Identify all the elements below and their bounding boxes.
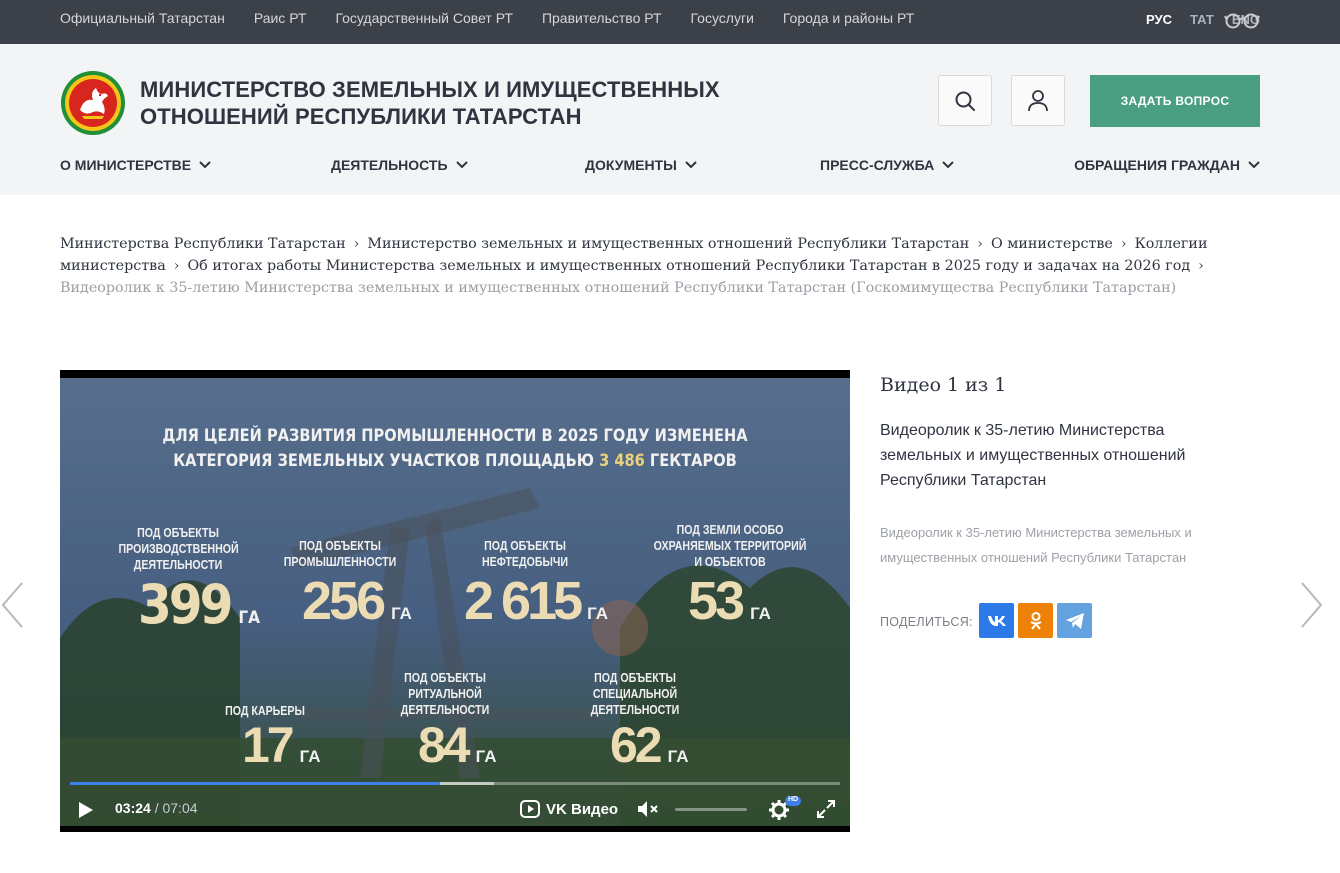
share-vk-button[interactable] bbox=[979, 603, 1014, 638]
main-nav: О МИНИСТЕРСТВЕ ДЕЯТЕЛЬНОСТЬ ДОКУМЕНТЫ ПР… bbox=[60, 157, 1260, 177]
ministry-title-line1: МИНИСТЕРСТВО ЗЕМЕЛЬНЫХ И ИМУЩЕСТВЕННЫХ bbox=[140, 77, 720, 102]
breadcrumb-item[interactable]: Министерство земельных и имущественных о… bbox=[367, 236, 969, 252]
video-controls: 03:24 / 07:04 VK Видео HD bbox=[60, 795, 850, 823]
stat-label: ПОД ОБЪЕКТЫ ПРОМЫШЛЕННОСТИ bbox=[283, 539, 397, 569]
previous-arrow-icon[interactable] bbox=[0, 580, 30, 630]
chevron-down-icon bbox=[942, 161, 954, 169]
nav-about[interactable]: О МИНИСТЕРСТВЕ bbox=[60, 157, 211, 173]
chevron-down-icon bbox=[455, 161, 468, 169]
glasses-icon[interactable] bbox=[1224, 11, 1260, 29]
nav-activity[interactable]: ДЕЯТЕЛЬНОСТЬ bbox=[331, 157, 468, 173]
video-player[interactable]: ДЛЯ ЦЕЛЕЙ РАЗВИТИЯ ПРОМЫШЛЕННОСТИ В 2025… bbox=[60, 370, 850, 832]
lang-tat[interactable]: ТАТ bbox=[1190, 12, 1214, 27]
odnoklassniki-icon bbox=[1029, 611, 1042, 630]
video-duration: 07:04 bbox=[162, 800, 198, 816]
top-bar: Официальный Татарстан Раис РТ Государств… bbox=[0, 0, 1340, 44]
video-current-time: 03:24 bbox=[115, 800, 151, 816]
vk-video-label: VK Видео bbox=[546, 800, 619, 818]
stat-value: 17 ГА bbox=[242, 717, 321, 773]
volume-muted-icon[interactable] bbox=[636, 799, 660, 819]
stat-value: 84 ГА bbox=[418, 717, 497, 773]
ministry-title-line2: ОТНОШЕНИЙ РЕСПУБЛИКИ ТАТАРСТАН bbox=[140, 104, 582, 129]
stat-label: ПОД ОБЪЕКТЫ ПРОИЗВОДСТВЕННОЙ ДЕЯТЕЛЬНОСТИ bbox=[118, 526, 239, 572]
video-description: Видеоролик к 35-летию Министерства земел… bbox=[880, 525, 1192, 565]
search-button[interactable] bbox=[938, 75, 992, 126]
nav-press[interactable]: ПРЕСС-СЛУЖБА bbox=[820, 157, 954, 173]
chevron-right-icon: › bbox=[1120, 236, 1127, 252]
stat-value: 399 ГА bbox=[138, 573, 261, 636]
stat-value: 62 ГА bbox=[610, 717, 689, 773]
top-link-cities[interactable]: Города и районы РТ bbox=[783, 10, 914, 26]
nav-documents-label: ДОКУМЕНТЫ bbox=[585, 157, 677, 173]
stat-value: 2 615 ГА bbox=[464, 571, 608, 631]
nav-appeals[interactable]: ОБРАЩЕНИЯ ГРАЖДАН bbox=[1074, 157, 1260, 173]
share-odnoklassniki-button[interactable] bbox=[1018, 603, 1053, 638]
stat-label: ПОД ОБЪЕКТЫ СПЕЦИАЛЬНОЙ ДЕЯТЕЛЬНОСТИ bbox=[590, 671, 680, 717]
top-link-government[interactable]: Правительство РТ bbox=[542, 10, 662, 26]
telegram-icon bbox=[1065, 612, 1084, 629]
chevron-down-icon bbox=[199, 161, 211, 169]
nav-appeals-label: ОБРАЩЕНИЯ ГРАЖДАН bbox=[1074, 157, 1240, 173]
video-counter: Видео 1 из 1 bbox=[880, 374, 1007, 396]
video-headline-line2: КАТЕГОРИЯ ЗЕМЕЛЬНЫХ УЧАСТКОВ ПЛОЩАДЬЮ 3 … bbox=[173, 451, 737, 471]
ministry-title[interactable]: МИНИСТЕРСТВО ЗЕМЕЛЬНЫХ И ИМУЩЕСТВЕННЫХ О… bbox=[140, 76, 780, 130]
stat-value: 256 ГА bbox=[302, 571, 412, 631]
lang-rus[interactable]: РУС bbox=[1146, 12, 1172, 27]
site-header: МИНИСТЕРСТВО ЗЕМЕЛЬНЫХ И ИМУЩЕСТВЕННЫХ О… bbox=[0, 44, 1340, 195]
breadcrumb-item[interactable]: О министерстве bbox=[991, 236, 1113, 252]
video-time: 03:24 / 07:04 bbox=[115, 800, 198, 816]
user-icon bbox=[1028, 89, 1048, 111]
top-link-gosuslugi[interactable]: Госуслуги bbox=[691, 10, 754, 26]
chevron-right-icon: › bbox=[1198, 258, 1204, 274]
nav-press-label: ПРЕСС-СЛУЖБА bbox=[820, 157, 935, 173]
vk-icon bbox=[987, 615, 1006, 626]
nav-about-label: О МИНИСТЕРСТВЕ bbox=[60, 157, 192, 173]
breadcrumb-item[interactable]: Министерства Республики Татарстан bbox=[60, 236, 346, 252]
breadcrumb: Министерства Республики Татарстан › Минист… bbox=[60, 233, 1280, 299]
top-link-official[interactable]: Официальный Татарстан bbox=[60, 10, 225, 26]
video-progress-fill bbox=[70, 782, 440, 785]
video-title: Видеоролик к 35-летию Министерства земел… bbox=[880, 422, 1186, 489]
fullscreen-icon[interactable] bbox=[817, 800, 835, 818]
play-icon[interactable] bbox=[78, 801, 94, 819]
volume-slider[interactable] bbox=[675, 808, 747, 811]
hd-badge: HD bbox=[788, 796, 799, 803]
nav-activity-label: ДЕЯТЕЛЬНОСТЬ bbox=[331, 157, 448, 173]
breadcrumb-current: Видеоролик к 35-летию Министерства земел… bbox=[60, 280, 1177, 296]
video-progress-bar[interactable] bbox=[70, 782, 840, 785]
video-headline: ДЛЯ ЦЕЛЕЙ РАЗВИТИЯ ПРОМЫШЛЕННОСТИ В 2025… bbox=[115, 424, 794, 474]
top-links: Официальный Татарстан Раис РТ Государств… bbox=[60, 10, 943, 26]
video-headline-line1: ДЛЯ ЦЕЛЕЙ РАЗВИТИЯ ПРОМЫШЛЕННОСТИ В 2025… bbox=[162, 426, 748, 446]
vk-video-icon bbox=[520, 800, 540, 818]
ask-question-button[interactable]: ЗАДАТЬ ВОПРОС bbox=[1090, 75, 1260, 127]
chevron-down-icon bbox=[1248, 161, 1260, 169]
chevron-right-icon: › bbox=[173, 258, 180, 274]
account-button[interactable] bbox=[1011, 75, 1065, 126]
chevron-down-icon bbox=[685, 161, 697, 169]
stat-label: ПОД ЗЕМЛИ ОСОБО ОХРАНЯЕМЫХ ТЕРРИТОРИЙ И ОБ… bbox=[653, 523, 807, 569]
stat-label: ПОД ОБЪЕКТЫ РИТУАЛЬНОЙ ДЕЯТЕЛЬНОСТИ bbox=[400, 671, 490, 717]
vk-video-logo[interactable]: VK Видео bbox=[520, 799, 618, 819]
top-link-rais[interactable]: Раис РТ bbox=[254, 10, 307, 26]
chevron-right-icon: › bbox=[977, 236, 983, 252]
chevron-right-icon: › bbox=[353, 236, 360, 252]
search-icon bbox=[955, 91, 975, 111]
stat-label: ПОД ОБЪЕКТЫ НЕФТЕДОБЫЧИ bbox=[482, 539, 568, 569]
next-arrow-icon[interactable] bbox=[1296, 580, 1326, 630]
breadcrumb-item[interactable]: Об итогах работы Министерства земельных … bbox=[187, 258, 1190, 274]
tatarstan-emblem-logo[interactable] bbox=[60, 70, 126, 136]
share-telegram-button[interactable] bbox=[1057, 603, 1092, 638]
nav-documents[interactable]: ДОКУМЕНТЫ bbox=[585, 157, 697, 173]
share-label: ПОДЕЛИТЬСЯ: bbox=[880, 615, 973, 629]
stat-value: 53 ГА bbox=[688, 571, 771, 631]
top-link-council[interactable]: Государственный Совет РТ bbox=[335, 10, 512, 26]
